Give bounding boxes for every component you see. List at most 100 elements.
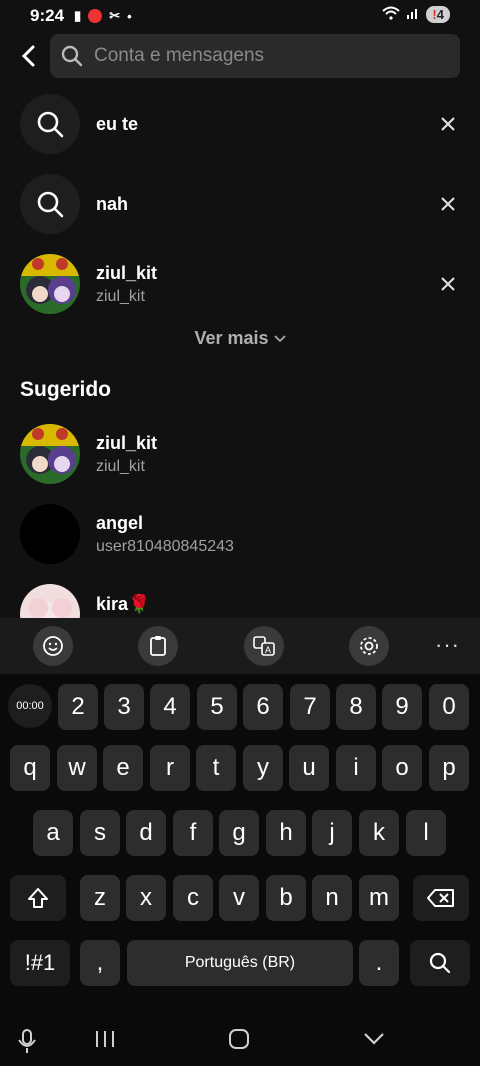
search-icon [429,952,451,974]
see-more-button[interactable]: Ver mais [0,328,480,349]
key-r[interactable]: r [150,745,190,791]
username: angel [96,512,144,533]
key-g[interactable]: g [219,810,259,856]
key-k[interactable]: k [359,810,399,856]
key-6[interactable]: 6 [243,684,283,730]
space-key[interactable]: Português (BR) [127,940,353,986]
search-bar[interactable] [50,34,460,78]
search-key[interactable] [410,940,470,986]
key-u[interactable]: u [289,745,329,791]
recents-button[interactable] [94,1028,116,1055]
translate-button[interactable]: A [244,626,284,666]
key-z[interactable]: z [80,875,120,921]
history-search-icon [20,94,80,154]
chevron-down-icon [273,335,286,343]
search-results: eu te nah ziul_kit ziul_kit Ver mais Sug… [0,0,480,618]
key-2[interactable]: 2 [58,684,98,730]
nav-down-icon [364,1033,384,1045]
recent-user-item[interactable]: ziul_kit ziul_kit [20,254,460,314]
back-button[interactable] [16,42,44,70]
avatar [20,254,80,314]
more-options-button[interactable]: ··· [435,632,460,658]
key-n[interactable]: n [312,875,352,921]
backspace-key[interactable] [413,875,469,921]
mic-icon [18,1029,36,1053]
search-input[interactable] [92,44,460,68]
key-j[interactable]: j [312,810,352,856]
timer-key[interactable]: 00:00 [8,684,52,728]
user-handle: user810480845243 [96,537,234,555]
key-d[interactable]: d [126,810,166,856]
username: ziul_kit [96,432,158,453]
key-v[interactable]: v [219,875,259,921]
username: ziul_kit [96,262,158,283]
symbols-key[interactable]: !#1 [10,940,70,986]
close-icon [441,197,455,211]
avatar [20,584,80,618]
key-0[interactable]: 0 [429,684,469,730]
key-h[interactable]: h [266,810,306,856]
keyboard-settings-button[interactable] [349,626,389,666]
key-p[interactable]: p [429,745,469,791]
key-b[interactable]: b [266,875,306,921]
avatar [20,424,80,484]
see-more-label: Ver mais [194,328,269,348]
history-search-icon [20,174,80,234]
key-f[interactable]: f [173,810,213,856]
hide-keyboard-button[interactable] [362,1028,386,1055]
key-w[interactable]: w [57,745,97,791]
key-t[interactable]: t [196,745,236,791]
key-s[interactable]: s [80,810,120,856]
close-icon [441,117,455,131]
key-5[interactable]: 5 [197,684,237,730]
comma-key[interactable]: , [80,940,120,986]
keyboard-toolbar: A ··· [0,618,480,674]
key-e[interactable]: e [103,745,143,791]
suggested-heading: Sugerido [20,378,112,401]
user-info: ziul_kit ziul_kit [96,433,460,476]
period-key[interactable]: . [359,940,399,986]
remove-recent-button[interactable] [436,272,460,296]
key-o[interactable]: o [382,745,422,791]
key-a[interactable]: a [33,810,73,856]
shift-icon [28,888,48,908]
recent-search-text: eu te [96,113,139,134]
key-y[interactable]: y [243,745,283,791]
key-c[interactable]: c [173,875,213,921]
key-i[interactable]: i [336,745,376,791]
key-7[interactable]: 7 [290,684,330,730]
suggested-user-item[interactable]: angel user810480845243 [20,504,460,564]
suggested-user-item[interactable]: kira🌹 [20,584,460,618]
recent-search-item[interactable]: nah [20,174,460,234]
home-button[interactable] [228,1028,250,1055]
key-8[interactable]: 8 [336,684,376,730]
clipboard-icon [150,636,166,656]
clipboard-button[interactable] [138,626,178,666]
key-9[interactable]: 9 [382,684,422,730]
user-handle: ziul_kit [96,457,145,475]
user-handle: ziul_kit [96,287,145,305]
key-m[interactable]: m [359,875,399,921]
search-header [0,34,480,78]
suggested-user-item[interactable]: ziul_kit ziul_kit [20,424,460,484]
key-x[interactable]: x [126,875,166,921]
user-info: angel user810480845243 [96,513,460,556]
avatar [20,504,80,564]
key-l[interactable]: l [406,810,446,856]
recent-search-text: nah [96,193,129,214]
system-nav-bar [0,1016,480,1066]
voice-input-button[interactable] [17,1028,37,1059]
shift-key[interactable] [10,875,66,921]
key-4[interactable]: 4 [150,684,190,730]
key-3[interactable]: 3 [104,684,144,730]
key-q[interactable]: q [10,745,50,791]
home-icon [229,1029,249,1049]
keyboard: 00:00 2 3 4 5 6 7 8 9 0 q w e r t y u i … [0,674,480,1016]
remove-recent-button[interactable] [436,192,460,216]
remove-recent-button[interactable] [436,112,460,136]
recents-icon [96,1031,114,1047]
translate-icon: A [253,636,275,656]
emoji-button[interactable] [33,626,73,666]
emoji-icon [43,636,63,656]
recent-search-item[interactable]: eu te [20,94,460,154]
